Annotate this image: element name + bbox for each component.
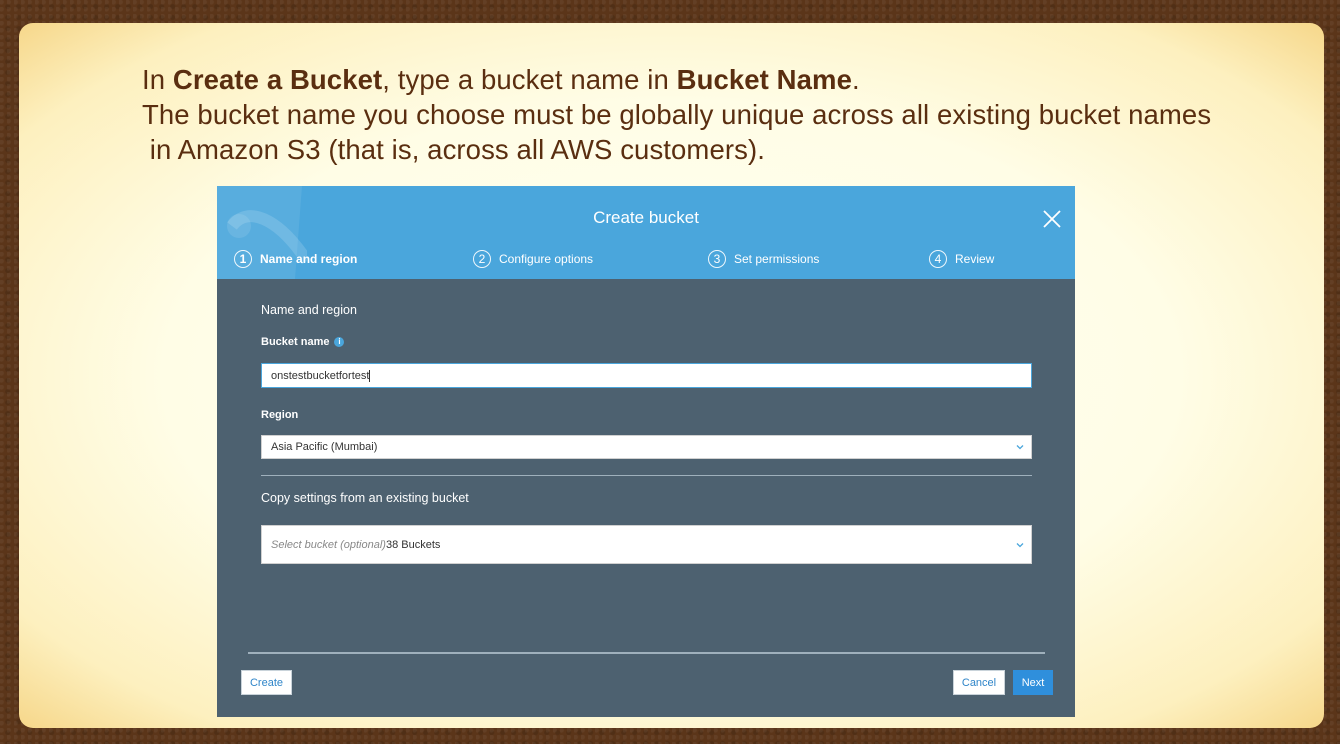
step-number: 3 bbox=[708, 250, 726, 268]
step-number: 4 bbox=[929, 250, 947, 268]
caption-text: . bbox=[851, 64, 860, 95]
region-select[interactable]: Asia Pacific (Mumbai) bbox=[261, 435, 1032, 459]
step-label: Configure options bbox=[499, 252, 594, 266]
footer-divider bbox=[248, 652, 1045, 654]
caption-line-2: The bucket name you choose must be globa… bbox=[142, 99, 1212, 130]
region-label: Region bbox=[261, 409, 299, 421]
cancel-button[interactable]: Cancel bbox=[953, 670, 1005, 695]
step-number: 1 bbox=[234, 250, 252, 268]
section-divider bbox=[261, 475, 1032, 476]
create-bucket-dialog: Create bucket 1 Name and region 2 Config… bbox=[217, 186, 1075, 717]
step-configure-options[interactable]: 2 Configure options bbox=[473, 248, 593, 270]
text-caret bbox=[369, 369, 371, 382]
chevron-down-icon bbox=[1016, 445, 1024, 450]
info-icon[interactable]: i bbox=[334, 337, 345, 348]
region-value: Asia Pacific (Mumbai) bbox=[271, 441, 378, 453]
step-label: Review bbox=[955, 252, 995, 266]
step-name-and-region[interactable]: 1 Name and region bbox=[234, 248, 357, 270]
step-label: Name and region bbox=[260, 252, 358, 266]
caption-text: In bbox=[142, 64, 173, 95]
copy-settings-title: Copy settings from an existing bucket bbox=[261, 491, 469, 505]
step-set-permissions[interactable]: 3 Set permissions bbox=[708, 248, 819, 270]
copy-bucket-select[interactable]: Select bucket (optional) 38 Buckets bbox=[261, 525, 1032, 564]
bucket-name-value: onstestbucketfortest bbox=[271, 369, 370, 382]
next-button[interactable]: Next bbox=[1013, 670, 1053, 695]
caption-bold-create-a-bucket: Create a Bucket bbox=[172, 64, 383, 95]
caption-line-1: In Create a Bucket, type a bucket name i… bbox=[142, 62, 1282, 97]
close-icon[interactable] bbox=[1041, 208, 1063, 230]
dialog-title: Create bucket bbox=[593, 208, 699, 227]
bucket-count: 38 Buckets bbox=[385, 538, 441, 551]
caption-bold-bucket-name: Bucket Name bbox=[676, 64, 852, 95]
step-review[interactable]: 4 Review bbox=[929, 248, 994, 270]
slide-caption: In Create a Bucket, type a bucket name i… bbox=[142, 62, 1282, 167]
caption-line-3: in Amazon S3 (that is, across all AWS cu… bbox=[142, 134, 765, 165]
copy-bucket-placeholder: Select bucket (optional) bbox=[271, 538, 386, 551]
section-title: Name and region bbox=[261, 303, 357, 317]
dialog-header: Create bucket 1 Name and region 2 Config… bbox=[217, 186, 1075, 279]
create-button[interactable]: Create bbox=[241, 670, 292, 695]
chevron-down-icon bbox=[1016, 542, 1024, 547]
step-label: Set permissions bbox=[734, 252, 820, 266]
step-number: 2 bbox=[473, 250, 491, 268]
bucket-name-label: Bucket name i bbox=[261, 336, 345, 348]
bucket-name-label-text: Bucket name bbox=[261, 336, 330, 348]
caption-text: , type a bucket name in bbox=[382, 64, 677, 95]
bucket-name-input[interactable]: onstestbucketfortest bbox=[261, 363, 1032, 388]
